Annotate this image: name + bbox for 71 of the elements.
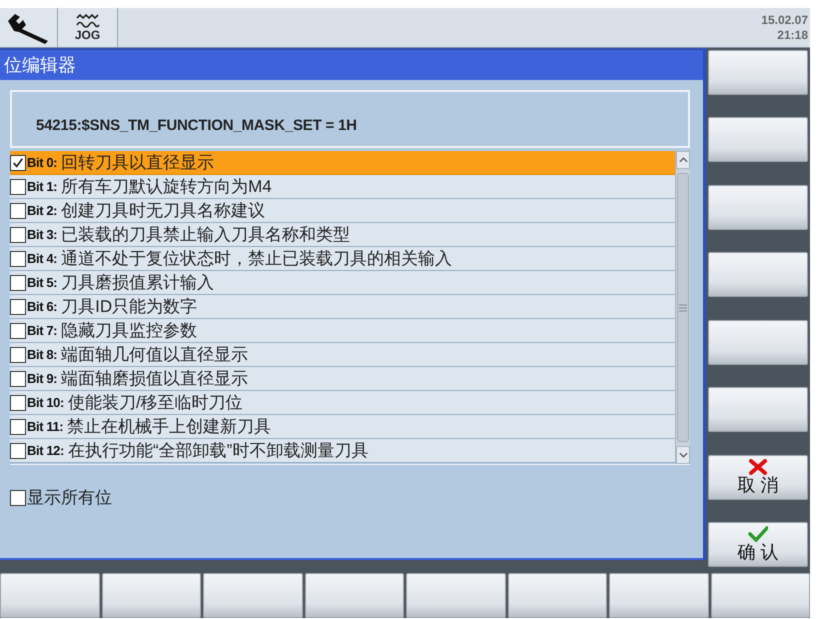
checkbox[interactable] (10, 322, 26, 338)
bit-label: Bit 7: (27, 323, 58, 338)
bit-description: 通道不处于复位状态时，禁止已装载刀具的相关输入 (61, 248, 452, 270)
bit-label: Bit 3: (27, 227, 58, 242)
checkbox[interactable] (10, 394, 26, 410)
checkbox[interactable] (10, 298, 26, 314)
bit-row[interactable]: Bit 8: 端面轴几何值以直径显示 (10, 343, 675, 367)
check-icon (748, 526, 768, 542)
checkbox[interactable] (10, 202, 26, 218)
bit-description: 端面轴磨损值以直径显示 (61, 368, 248, 390)
checkbox[interactable] (10, 226, 26, 242)
bit-row[interactable]: Bit 1: 所有车刀默认旋转方向为M4 (10, 175, 675, 199)
checkbox[interactable] (10, 154, 26, 170)
bit-label: Bit 2: (27, 203, 58, 218)
scroll-down-button[interactable] (676, 446, 690, 464)
chevron-up-icon (678, 157, 688, 163)
bit-label: Bit 1: (27, 179, 58, 194)
operating-area-button[interactable] (0, 8, 58, 47)
wrench-icon (6, 12, 50, 44)
checkbox[interactable] (10, 442, 26, 458)
bit-description: 使能装刀/移至临时刀位 (68, 392, 243, 414)
checkbox[interactable] (10, 250, 26, 266)
scroll-up-button[interactable] (676, 151, 690, 169)
mode-button[interactable]: JOG (58, 8, 118, 47)
bit-description: 回转刀具以直径显示 (61, 152, 214, 174)
wave-icon (76, 14, 100, 28)
bit-description: 禁止在机械手上创建新刀具 (67, 416, 272, 438)
date-text: 15.02.07 (761, 12, 808, 28)
bit-label: Bit 11: (27, 419, 64, 434)
dialog-title: 位编辑器 (4, 54, 76, 77)
bit-row[interactable]: Bit 11: 禁止在机械手上创建新刀具 (10, 415, 675, 439)
bit-description: 创建刀具时无刀具名称建议 (61, 200, 266, 222)
cross-icon (748, 459, 768, 476)
bit-label: Bit 0: (27, 155, 58, 170)
bit-row[interactable]: Bit 6: 刀具ID只能为数字 (10, 295, 675, 319)
softkey-button[interactable]: 确认 (708, 522, 808, 567)
bit-row[interactable]: Bit 5: 刀具磨损值累计输入 (10, 271, 675, 295)
bit-label: Bit 6: (27, 299, 58, 314)
bit-label: Bit 12: (27, 443, 64, 458)
time-text: 21:18 (777, 28, 808, 42)
checkbox[interactable] (10, 274, 26, 290)
bit-description: 刀具ID只能为数字 (61, 296, 198, 318)
bit-row[interactable]: Bit 3: 已装载的刀具禁止输入刀具名称和类型 (10, 223, 675, 247)
checkbox[interactable] (10, 346, 26, 362)
softkey-button[interactable]: 取消 (708, 454, 808, 500)
bit-row[interactable]: Bit 0: 回转刀具以直径显示 (10, 151, 675, 175)
bit-label: Bit 9: (27, 371, 58, 386)
bit-description: 端面轴几何值以直径显示 (61, 344, 248, 366)
checkbox[interactable] (10, 418, 26, 434)
parameter-text: 54215:$SNS_TM_FUNCTION_MASK_SET = 1H (36, 117, 357, 134)
bit-row[interactable]: Bit 7: 隐藏刀具监控参数 (10, 319, 675, 343)
checkbox[interactable] (10, 370, 26, 386)
checkbox[interactable] (10, 490, 26, 506)
bit-label: Bit 4: (27, 251, 58, 266)
bit-description: 隐藏刀具监控参数 (61, 320, 198, 342)
bit-row[interactable]: Bit 2: 创建刀具时无刀具名称建议 (10, 199, 675, 223)
bit-description: 所有车刀默认旋转方向为M4 (61, 176, 272, 198)
chevron-down-icon (678, 452, 688, 458)
bit-label: Bit 10: (27, 395, 64, 410)
checkbox-label: 显示所有位 (27, 487, 112, 509)
checkbox[interactable] (10, 178, 26, 194)
bit-row[interactable]: Bit 4: 通道不处于复位状态时，禁止已装载刀具的相关输入 (10, 247, 675, 271)
bit-description: 已装载的刀具禁止输入刀具名称和类型 (61, 224, 350, 246)
bit-row[interactable]: Bit 10: 使能装刀/移至临时刀位 (10, 391, 675, 415)
bit-row[interactable]: Bit 9: 端面轴磨损值以直径显示 (10, 367, 675, 391)
bit-label: Bit 8: (27, 347, 58, 362)
bit-label: Bit 5: (27, 275, 58, 290)
scrollbar-thumb[interactable] (677, 173, 689, 442)
bit-row[interactable]: Bit 12: 在执行功能“全部卸载”时不卸载测量刀具 (10, 439, 675, 463)
bit-description: 在执行功能“全部卸载”时不卸载测量刀具 (68, 440, 368, 462)
bit-description: 刀具磨损值累计输入 (61, 272, 214, 294)
